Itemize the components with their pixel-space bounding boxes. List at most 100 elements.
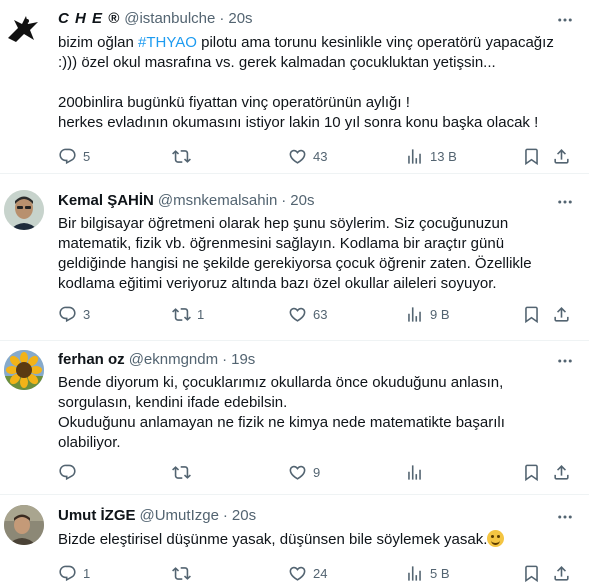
display-name[interactable]: Kemal ŞAHİN (58, 191, 154, 211)
bookmark-icon (525, 464, 538, 481)
user-handle[interactable]: @eknmgndm (129, 350, 218, 370)
reply-count: 1 (83, 565, 91, 581)
repost-count: 1 (197, 306, 205, 322)
smiling-face-emoji-icon (487, 530, 505, 547)
tweet-feed: C H E ® @istanbulche · 20s bizim oğlan #… (0, 0, 589, 588)
like-icon (289, 149, 306, 164)
repost-button[interactable] (172, 461, 197, 483)
text-line: Bizde eleştirisel düşünme yasak, düşünse… (58, 531, 488, 548)
user-handle[interactable]: @UmutIzge (140, 506, 219, 526)
like-icon (289, 307, 306, 322)
views-button[interactable]: 9 B (405, 303, 450, 325)
separator-dot: · (281, 192, 287, 209)
timestamp[interactable]: 20s (290, 191, 314, 211)
text-line: kodlama eğitimi veriyoruz altında bazı ö… (58, 275, 497, 292)
views-icon (408, 148, 421, 164)
avatar[interactable] (4, 350, 44, 390)
share-button[interactable] (552, 562, 571, 584)
avatar[interactable] (4, 505, 44, 545)
views-count: 13 B (430, 148, 457, 164)
more-icon[interactable] (555, 192, 575, 212)
text-line: sorgulasın, kendini ifade edebilsin. (58, 394, 288, 411)
share-icon (554, 148, 569, 164)
repost-button[interactable] (172, 562, 197, 584)
reply-icon (59, 306, 76, 322)
more-icon[interactable] (555, 10, 575, 30)
text-line: :))) özel okul masrafına vs. gerek kalma… (58, 54, 496, 71)
bookmark-button[interactable] (522, 562, 541, 584)
like-button[interactable]: 9 (288, 461, 320, 483)
like-count: 63 (313, 306, 328, 322)
user-handle[interactable]: @msnkemalsahin (158, 191, 277, 211)
display-name[interactable]: C H E ® (58, 9, 120, 29)
text-line: Okuduğunu anlamayan ne fizik ne kimya ne… (58, 414, 505, 431)
tweet-text: bizim oğlan #THYAO pilotu ama torunu kes… (58, 33, 578, 133)
timestamp[interactable]: 20s (228, 9, 252, 29)
like-count: 43 (313, 148, 328, 164)
action-bar: 3 1 63 9 B (50, 303, 580, 325)
text-segment: bizim oğlan (58, 34, 139, 51)
like-button[interactable]: 43 (288, 145, 327, 167)
tweet-4[interactable]: Umut İZGE @UmutIzge · 20s Bizde eleştiri… (0, 495, 589, 588)
repost-button[interactable] (172, 145, 197, 167)
more-icon[interactable] (555, 507, 575, 527)
views-icon (408, 464, 421, 480)
tweet-2[interactable]: Kemal ŞAHİN @msnkemalsahin · 20s Bir bil… (0, 174, 589, 341)
bookmark-icon (525, 565, 538, 582)
reply-button[interactable]: 3 (58, 303, 90, 325)
views-button[interactable] (405, 461, 430, 483)
bookmark-button[interactable] (522, 461, 541, 483)
views-button[interactable]: 5 B (405, 562, 450, 584)
views-icon (408, 565, 421, 581)
separator-dot: · (222, 351, 228, 368)
text-line: Bir bilgisayar öğretmeni olarak hep şunu… (58, 215, 509, 232)
timestamp[interactable]: 19s (231, 350, 255, 370)
share-button[interactable] (552, 461, 571, 483)
repost-icon (172, 465, 191, 479)
hashtag-link[interactable]: #THYAO (138, 34, 197, 51)
reply-icon (59, 148, 76, 164)
repost-button[interactable]: 1 (172, 303, 204, 325)
like-button[interactable]: 63 (288, 303, 327, 325)
tweet-1[interactable]: C H E ® @istanbulche · 20s bizim oğlan #… (0, 0, 589, 174)
bookmark-button[interactable] (522, 145, 541, 167)
display-name[interactable]: Umut İZGE (58, 506, 136, 526)
avatar[interactable] (4, 8, 44, 48)
repost-icon (172, 149, 191, 163)
like-count: 9 (313, 464, 321, 480)
timestamp[interactable]: 20s (232, 506, 256, 526)
share-icon (554, 306, 569, 322)
reply-count: 3 (83, 306, 91, 322)
tweet-text: Bir bilgisayar öğretmeni olarak hep şunu… (58, 214, 578, 294)
views-count: 5 B (430, 565, 450, 581)
repost-icon (172, 566, 191, 580)
tweet-header: Umut İZGE @UmutIzge · 20s (58, 506, 256, 526)
text-segment: pilotu ama torunu kesinlikle vinç operat… (196, 34, 554, 51)
action-bar: 5 43 13 B (50, 145, 580, 167)
action-bar: 1 24 5 B (50, 562, 580, 584)
bookmark-button[interactable] (522, 303, 541, 325)
avatar[interactable] (4, 190, 44, 230)
separator-dot: · (219, 10, 225, 27)
separator-dot: · (222, 507, 228, 524)
repost-icon (172, 307, 191, 321)
tweet-3[interactable]: ferhan oz @eknmgndm · 19s Bende diyorum … (0, 341, 589, 495)
bird-logo-icon (8, 16, 38, 42)
tweet-text: Bizde eleştirisel düşünme yasak, düşünse… (58, 530, 578, 550)
like-count: 24 (313, 565, 328, 581)
like-button[interactable]: 24 (288, 562, 327, 584)
reply-icon (59, 464, 76, 480)
tweet-header: Kemal ŞAHİN @msnkemalsahin · 20s (58, 191, 314, 211)
share-button[interactable] (552, 145, 571, 167)
sunflower-photo-icon (4, 350, 44, 390)
profile-photo-icon (4, 505, 44, 545)
tweet-header: C H E ® @istanbulche · 20s (58, 9, 253, 29)
reply-button[interactable]: 1 (58, 562, 90, 584)
share-button[interactable] (552, 303, 571, 325)
display-name[interactable]: ferhan oz (58, 350, 125, 370)
user-handle[interactable]: @istanbulche (124, 9, 215, 29)
reply-button[interactable]: 5 (58, 145, 90, 167)
reply-button[interactable] (58, 461, 83, 483)
views-button[interactable]: 13 B (405, 145, 457, 167)
more-icon[interactable] (555, 351, 575, 371)
